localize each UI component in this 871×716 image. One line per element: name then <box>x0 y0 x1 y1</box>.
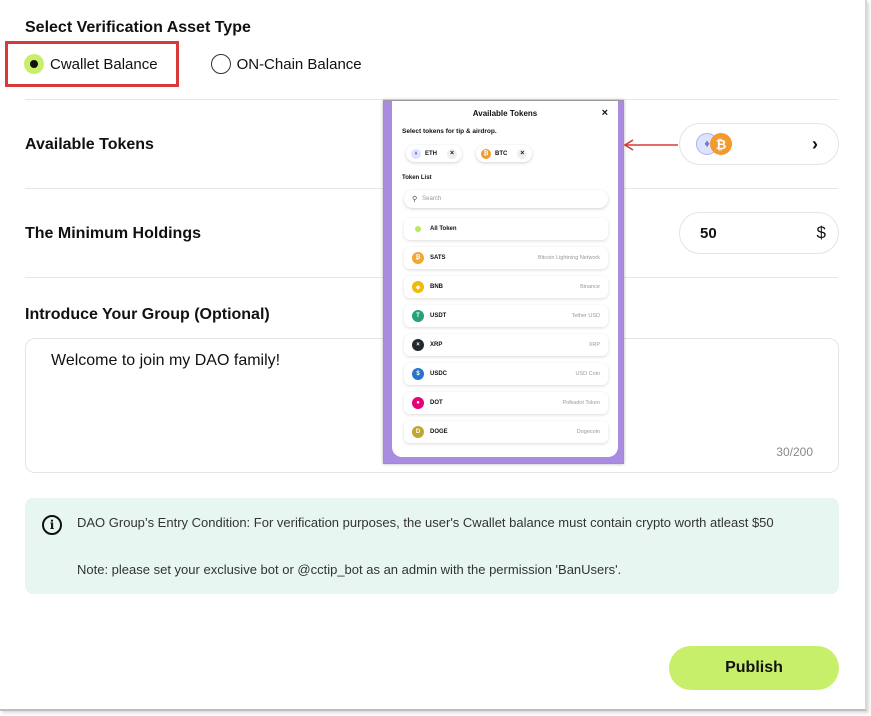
search-placeholder: Search <box>422 196 442 202</box>
publish-button[interactable]: Publish <box>669 646 839 690</box>
sats-icon: ₿ <box>412 252 424 264</box>
usdc-icon: $ <box>412 368 424 380</box>
available-tokens-popup: Available Tokens × Select tokens for tip… <box>383 100 624 464</box>
token-row-usdc[interactable]: $ USDC USD Coin <box>404 363 608 385</box>
remove-chip-icon[interactable]: × <box>447 148 457 159</box>
token-symbol: DOT <box>430 400 443 406</box>
character-counter: 30/200 <box>776 445 813 459</box>
dot-icon: ● <box>412 397 424 409</box>
selected-chip-eth[interactable]: ♦ ETH × <box>406 145 462 162</box>
bnb-icon: ◆ <box>412 281 424 293</box>
token-symbol: DOGE <box>430 429 448 435</box>
popup-subtitle: Select tokens for tip & airdrop. <box>402 128 497 135</box>
radio-label-onchain: ON-Chain Balance <box>236 55 362 73</box>
verification-settings-panel: Select Verification Asset Type Cwallet B… <box>0 0 867 711</box>
introduce-group-label: Introduce Your Group (Optional) <box>25 306 270 323</box>
info-icon: i <box>42 515 62 535</box>
token-selector-button[interactable]: ♦ ₿ › <box>679 123 839 165</box>
all-token-dot-icon <box>415 226 421 232</box>
chip-symbol: ETH <box>425 150 437 157</box>
close-icon[interactable]: × <box>602 107 608 119</box>
token-symbol: BNB <box>430 284 443 290</box>
available-tokens-label: Available Tokens <box>25 136 154 153</box>
btc-icon: ₿ <box>481 148 491 159</box>
token-row-doge[interactable]: D DOGE Dogecoin <box>404 421 608 443</box>
token-row-xrp[interactable]: × XRP XRP <box>404 334 608 356</box>
token-symbol: SATS <box>430 255 446 261</box>
introduce-group-text: Welcome to join my DAO family! <box>51 352 281 369</box>
selected-chip-btc[interactable]: ₿ BTC × <box>476 145 533 162</box>
token-row-sats[interactable]: ₿ SATS Bitcoin Lightning Network <box>404 247 608 269</box>
popup-title: Available Tokens <box>472 109 538 118</box>
token-symbol: USDT <box>430 313 447 319</box>
eth-icon: ♦ <box>411 148 421 159</box>
token-row-bnb[interactable]: ◆ BNB Binance <box>404 276 608 298</box>
remove-chip-icon[interactable]: × <box>517 148 528 159</box>
min-holdings-input[interactable]: 50 $ <box>679 212 839 254</box>
token-row-dot[interactable]: ● DOT Polkadot Token <box>404 392 608 414</box>
token-search-input[interactable]: ⚲ Search <box>404 190 608 208</box>
token-symbol: XRP <box>430 342 443 348</box>
entry-condition-text: DAO Group’s Entry Condition: For verific… <box>77 515 774 530</box>
btc-icon: ₿ <box>710 133 732 155</box>
token-list-label: Token List <box>402 175 432 181</box>
radio-label-cwallet: Cwallet Balance <box>50 55 158 73</box>
token-name: Polkadot Token <box>562 400 600 406</box>
chip-symbol: BTC <box>495 150 508 157</box>
token-symbol: All Token <box>430 226 457 232</box>
annotation-arrow-icon <box>623 139 678 151</box>
token-name: Dogecoin <box>576 429 600 435</box>
doge-icon: D <box>412 426 424 438</box>
usdt-icon: T <box>412 310 424 322</box>
search-icon: ⚲ <box>412 196 418 203</box>
token-name: Tether USD <box>571 313 600 319</box>
radio-unselected-icon <box>210 54 231 74</box>
entry-condition-note: i DAO Group’s Entry Condition: For verif… <box>25 498 839 594</box>
token-row-all[interactable]: All Token <box>404 218 608 240</box>
asset-type-radio-group: Cwallet Balance ON-Chain Balance <box>5 41 362 87</box>
admin-note-text: Note: please set your exclusive bot or @… <box>77 562 622 577</box>
radio-cwallet-balance[interactable]: Cwallet Balance <box>5 41 179 87</box>
radio-selected-icon <box>24 54 44 74</box>
token-symbol: USDC <box>430 371 448 377</box>
popup-panel: Available Tokens × Select tokens for tip… <box>392 101 618 457</box>
token-row-usdt[interactable]: T USDT Tether USD <box>404 305 608 327</box>
currency-symbol: $ <box>816 223 826 242</box>
min-holdings-value: 50 <box>700 224 717 242</box>
token-name: USD Coin <box>575 371 600 377</box>
min-holdings-label: The Minimum Holdings <box>25 225 201 242</box>
xrp-icon: × <box>412 339 424 351</box>
token-name: Bitcoin Lightning Network <box>537 255 600 261</box>
radio-onchain-balance[interactable]: ON-Chain Balance <box>210 41 362 87</box>
section-title: Select Verification Asset Type <box>25 19 251 36</box>
token-name: XRP <box>588 342 600 348</box>
token-name: Binance <box>580 284 600 290</box>
chevron-right-icon: › <box>812 134 818 154</box>
